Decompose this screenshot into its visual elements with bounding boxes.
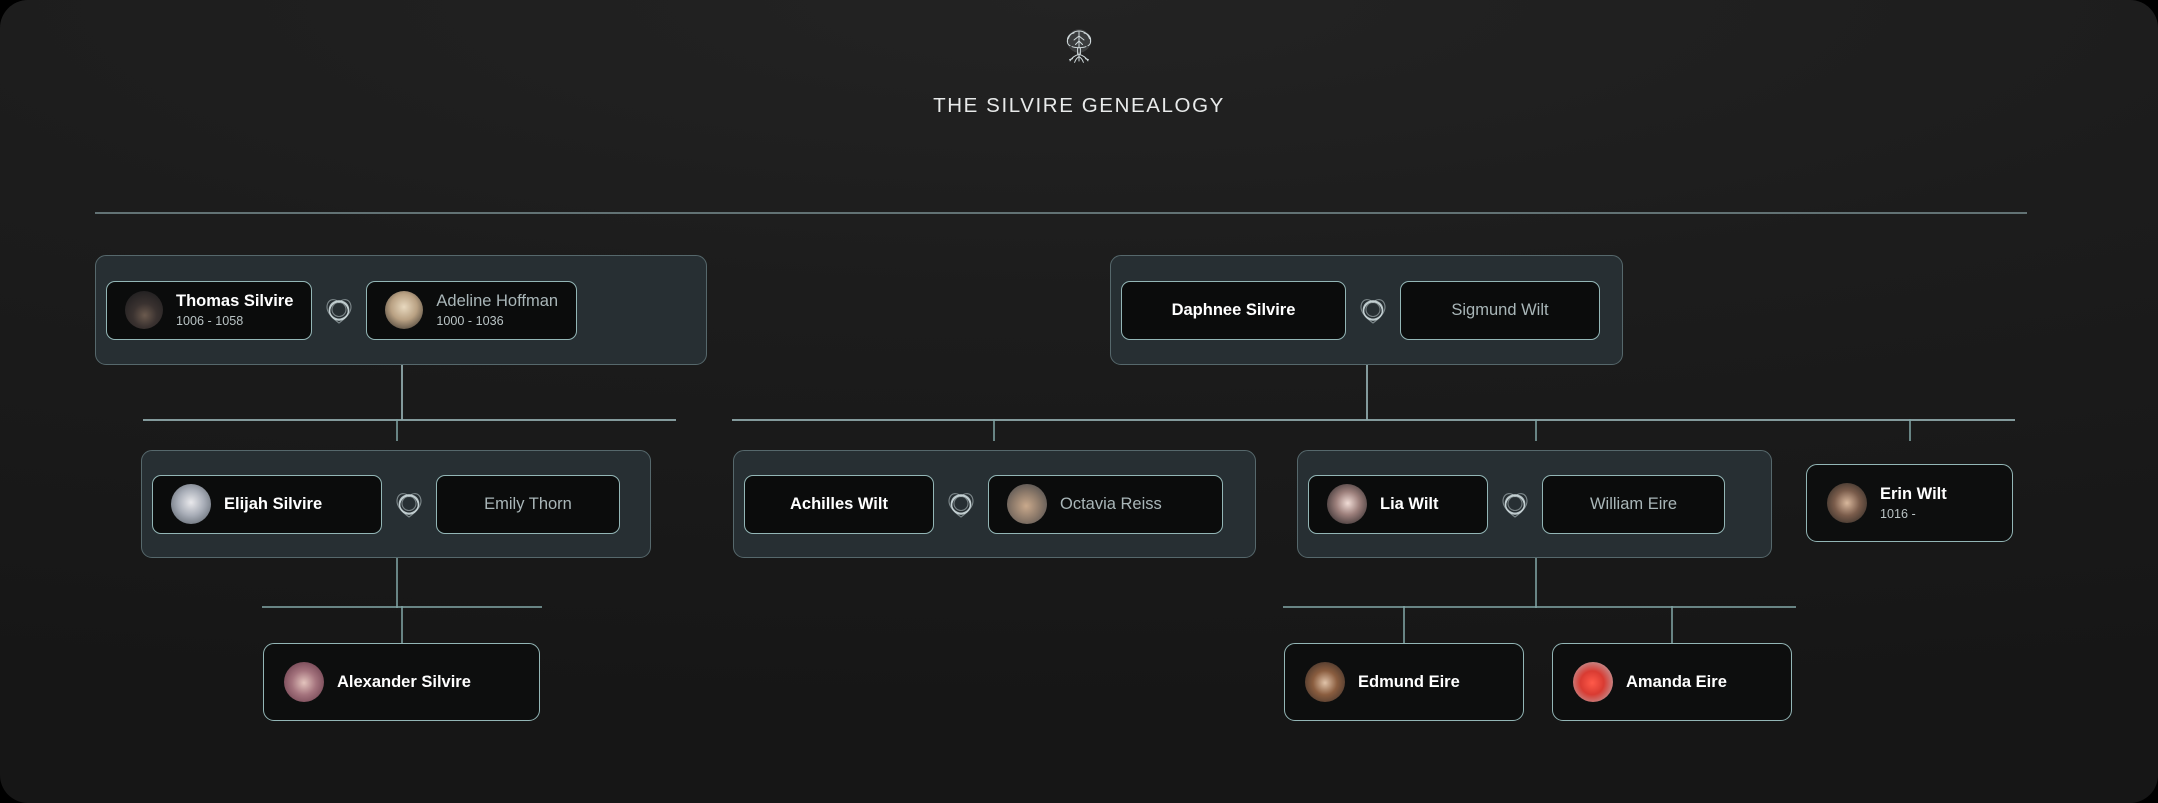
person-card-elijah-silvire[interactable]: Elijah Silvire	[152, 474, 382, 534]
person-name: Alexander Silvire	[337, 672, 471, 691]
person-name: Amanda Eire	[1626, 672, 1727, 691]
connector-drop-daphnee	[1366, 365, 1368, 420]
couple-achilles-octavia[interactable]: Achilles Wilt Octavia Reiss	[733, 450, 1256, 558]
person-card-amanda-eire[interactable]: Amanda Eire	[1552, 643, 1792, 721]
connector-riser-achilles	[993, 419, 995, 441]
avatar	[1573, 662, 1613, 702]
connector-sibling-bar-daphnee	[732, 419, 2015, 421]
person-name: Edmund Eire	[1358, 672, 1460, 691]
person-card-octavia-reiss[interactable]: Octavia Reiss	[988, 474, 1223, 534]
person-card-william-eire[interactable]: William Eire	[1542, 474, 1725, 534]
person-card-daphnee-silvire[interactable]: Daphnee Silvire	[1121, 280, 1346, 340]
avatar	[385, 291, 424, 329]
person-card-thomas-silvire[interactable]: Thomas Silvire 1006 - 1058	[106, 280, 313, 340]
person-name: Adeline Hoffman	[436, 292, 559, 311]
person-name: William Eire	[1589, 494, 1678, 513]
couple-thomas-adeline[interactable]: Thomas Silvire 1006 - 1058 Adeline Hoffm…	[95, 255, 707, 365]
page-title: THE SILVIRE GENEALOGY	[933, 94, 1225, 117]
couple-elijah-emily[interactable]: Elijah Silvire Emily Thorn	[141, 450, 651, 558]
avatar	[284, 662, 324, 702]
connector-sibling-bar-thomas	[143, 419, 676, 421]
person-card-sigmund-wilt[interactable]: Sigmund Wilt	[1400, 280, 1600, 340]
avatar	[1827, 483, 1867, 523]
person-card-emily-thorn[interactable]: Emily Thorn	[436, 474, 620, 534]
connector-riser-edmund	[1403, 606, 1405, 643]
interlocking-rings-marriage-icon	[312, 292, 366, 328]
family-tree-icon	[1066, 29, 1092, 63]
connector-riser-erin	[1909, 419, 1911, 441]
connector-sibling-bar-lia	[1283, 606, 1796, 608]
couple-daphnee-sigmund[interactable]: Daphnee Silvire Sigmund Wilt	[1110, 255, 1623, 365]
person-name: Octavia Reiss	[1060, 494, 1162, 513]
connector-drop-thomas	[401, 365, 403, 420]
person-dates: 1000 - 1036	[436, 313, 504, 328]
header-divider	[95, 212, 2027, 214]
avatar	[1327, 484, 1367, 524]
person-dates: 1016 -	[1880, 506, 1916, 521]
person-dates: 1006 - 1058	[176, 313, 244, 328]
person-card-edmund-eire[interactable]: Edmund Eire	[1284, 643, 1524, 721]
person-name: Thomas Silvire	[176, 292, 294, 311]
person-name: Achilles Wilt	[790, 494, 888, 513]
couple-lia-william[interactable]: Lia Wilt William Eire	[1297, 450, 1772, 558]
person-name: Emily Thorn	[484, 494, 572, 513]
person-card-lia-wilt[interactable]: Lia Wilt	[1308, 474, 1488, 534]
avatar	[1305, 662, 1345, 702]
person-card-erin-wilt[interactable]: Erin Wilt 1016 -	[1806, 464, 2013, 542]
person-name: Lia Wilt	[1380, 494, 1439, 513]
person-name: Elijah Silvire	[224, 494, 323, 513]
interlocking-rings-marriage-icon	[934, 486, 988, 522]
avatar	[171, 484, 211, 524]
interlocking-rings-marriage-icon	[1346, 292, 1400, 328]
connector-drop-elijah	[396, 557, 398, 608]
person-card-adeline-hoffman[interactable]: Adeline Hoffman 1000 - 1036	[366, 280, 578, 340]
avatar	[125, 291, 163, 329]
person-card-alexander-silvire[interactable]: Alexander Silvire	[263, 643, 540, 721]
page-header: THE SILVIRE GENEALOGY	[0, 26, 2158, 118]
connector-drop-lia	[1535, 557, 1537, 608]
connector-riser-elijah	[396, 419, 398, 441]
person-name: Erin Wilt	[1880, 485, 1947, 504]
avatar	[1007, 484, 1047, 524]
connector-riser-alexander	[401, 606, 403, 643]
connector-riser-amanda	[1671, 606, 1673, 643]
interlocking-rings-marriage-icon	[382, 486, 436, 522]
interlocking-rings-marriage-icon	[1488, 486, 1542, 522]
person-name: Sigmund Wilt	[1451, 300, 1549, 319]
person-card-achilles-wilt[interactable]: Achilles Wilt	[744, 474, 934, 534]
person-name: Daphnee Silvire	[1171, 300, 1296, 319]
genealogy-canvas: THE SILVIRE GENEALOGY Thomas Silvire 100…	[0, 0, 2158, 803]
connector-riser-lia	[1535, 419, 1537, 441]
